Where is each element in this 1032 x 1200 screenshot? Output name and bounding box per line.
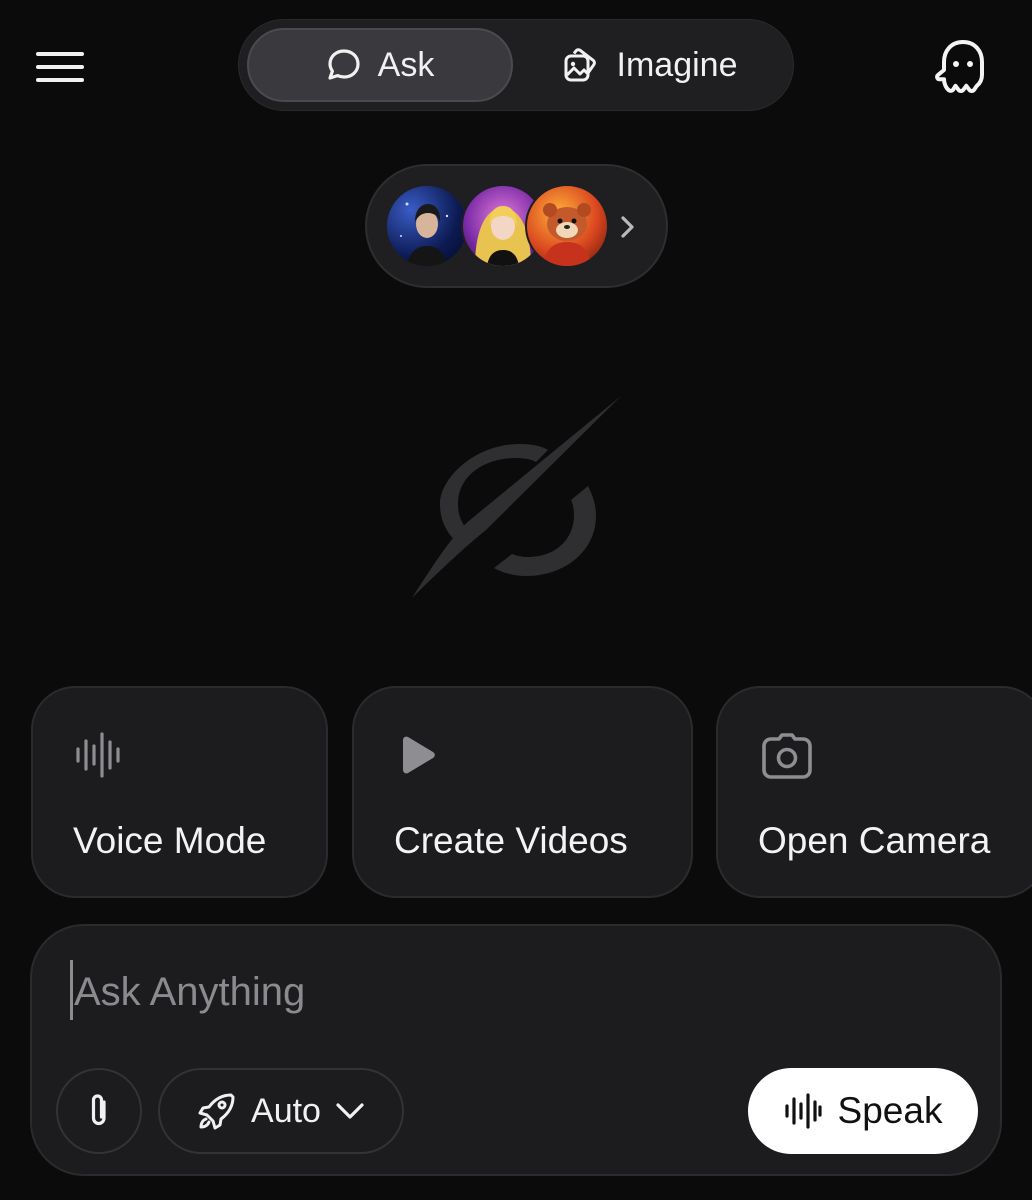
- waveform-icon: [784, 1093, 822, 1129]
- speak-button[interactable]: Speak: [748, 1068, 978, 1154]
- hamburger-menu-icon: [36, 52, 84, 56]
- rocket-icon: [198, 1093, 235, 1130]
- attach-button[interactable]: [56, 1068, 142, 1154]
- create-videos-label: Create Videos: [394, 820, 628, 861]
- grok-logo: [412, 396, 621, 598]
- image-stack-icon: [564, 48, 596, 82]
- paperclip-icon: [91, 1094, 106, 1126]
- chat-bubble-icon: [328, 49, 360, 80]
- chevron-down-icon: [336, 1103, 364, 1119]
- model-mode-selector[interactable]: Auto: [158, 1068, 404, 1154]
- create-videos-card[interactable]: Create Videos: [352, 686, 693, 898]
- companion-avatar[interactable]: [385, 184, 469, 268]
- menu-button[interactable]: [36, 50, 86, 84]
- waveform-icon: [76, 732, 120, 778]
- mode-switcher: Ask Imagine: [238, 19, 794, 111]
- voice-mode-label: Voice Mode: [73, 820, 267, 861]
- model-mode-label: Auto: [251, 1091, 321, 1130]
- tab-imagine-label: Imagine: [616, 45, 738, 84]
- open-camera-card[interactable]: Open Camera: [716, 686, 1032, 898]
- companions-selector[interactable]: [365, 164, 668, 288]
- open-camera-label: Open Camera: [758, 820, 991, 861]
- play-icon: [403, 736, 435, 774]
- ghost-icon: [935, 40, 984, 93]
- chevron-right-icon: [621, 216, 634, 238]
- composer: Auto Speak: [30, 924, 1002, 1176]
- tab-imagine[interactable]: Imagine: [529, 28, 769, 102]
- camera-icon: [762, 733, 812, 779]
- private-chat-button[interactable]: [932, 38, 994, 96]
- speak-label: Speak: [837, 1090, 943, 1131]
- ask-input[interactable]: [72, 964, 954, 1020]
- tab-ask[interactable]: Ask: [247, 28, 513, 102]
- tab-ask-label: Ask: [377, 45, 435, 84]
- companion-avatar[interactable]: [525, 184, 609, 268]
- voice-mode-card[interactable]: Voice Mode: [31, 686, 328, 898]
